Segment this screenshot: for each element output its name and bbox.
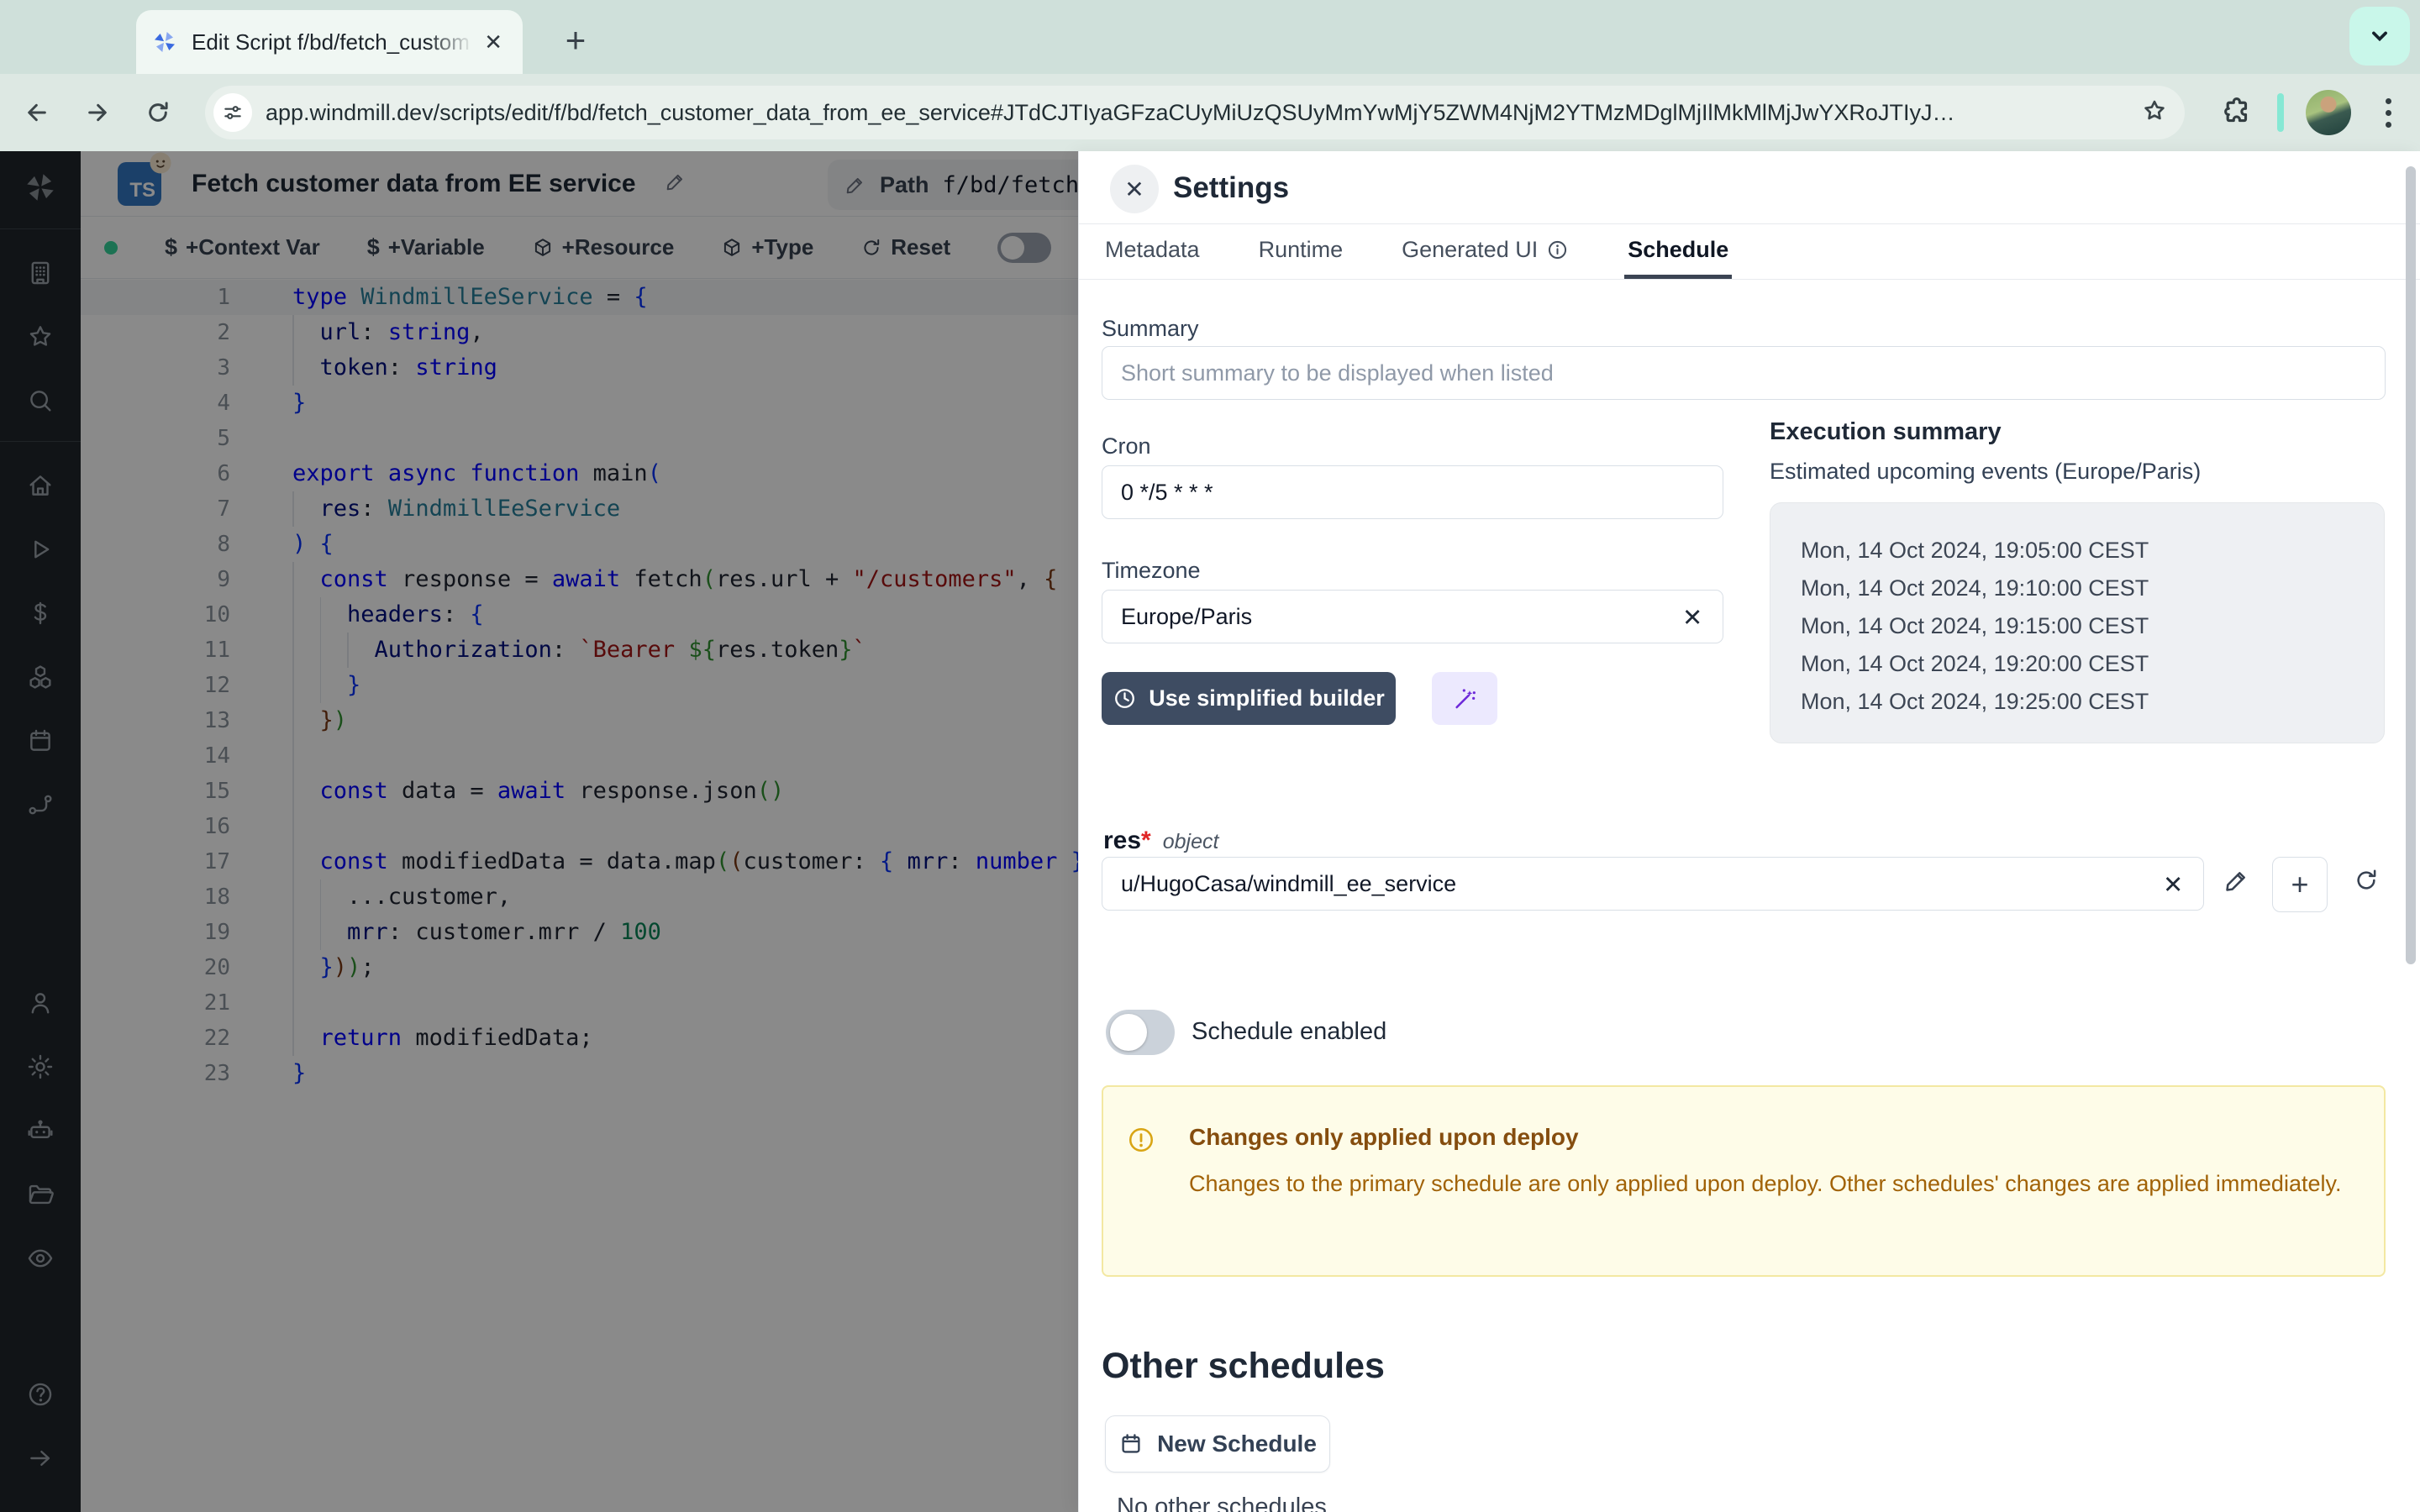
event-row: Mon, 14 Oct 2024, 19:05:00 CEST (1801, 532, 2384, 570)
tune-icon (222, 102, 244, 123)
res-type-text: object (1163, 830, 1219, 853)
res-name-text: res (1103, 827, 1141, 854)
forward-arrow-icon (84, 99, 111, 126)
panel-scrollbar[interactable] (2406, 166, 2416, 964)
back-button[interactable] (13, 89, 60, 136)
profile-separator (2277, 93, 2284, 132)
res-field-name: res* object (1103, 827, 1218, 855)
timezone-input[interactable] (1102, 590, 1723, 643)
schedule-enabled-label: Schedule enabled (1192, 1018, 1386, 1046)
settings-panel: ✕ Settings Metadata Runtime Generated UI Sc… (1078, 151, 2420, 1512)
settings-title: Settings (1173, 171, 1289, 205)
close-settings-button[interactable]: ✕ (1110, 165, 1159, 213)
edit-resource-button[interactable] (2223, 867, 2250, 898)
browser-actions (2222, 74, 2420, 151)
reload-icon (145, 99, 171, 126)
ai-cron-button[interactable] (1432, 672, 1497, 725)
event-row: Mon, 14 Oct 2024, 19:10:00 CEST (1801, 570, 2384, 607)
clock-icon (1113, 686, 1137, 711)
tab-generated-ui[interactable]: Generated UI (1398, 224, 1572, 279)
site-settings-button[interactable] (213, 93, 252, 132)
new-schedule-label: New Schedule (1157, 1431, 1317, 1457)
execution-events: Mon, 14 Oct 2024, 19:05:00 CESTMon, 14 O… (1770, 502, 2385, 743)
refresh-icon (2353, 867, 2380, 894)
cron-input[interactable] (1102, 465, 1723, 519)
profile-avatar[interactable] (2306, 90, 2351, 135)
event-row: Mon, 14 Oct 2024, 19:20:00 CEST (1801, 645, 2384, 683)
res-clear-icon[interactable]: ✕ (2163, 870, 2183, 900)
reload-button[interactable] (134, 89, 182, 136)
alert-circle-icon (1127, 1126, 1155, 1154)
tab-label: Metadata (1105, 237, 1200, 263)
warning-body: Changes to the primary schedule are only… (1189, 1166, 2365, 1201)
cron-label: Cron (1102, 433, 1151, 459)
extensions-icon[interactable] (2222, 96, 2252, 130)
forward-button[interactable] (74, 89, 121, 136)
tab-label: Runtime (1259, 237, 1344, 263)
windmill-favicon-icon (151, 29, 178, 55)
pencil-icon (2223, 867, 2250, 894)
new-schedule-button[interactable]: New Schedule (1105, 1415, 1330, 1473)
use-simplified-builder-label: Use simplified builder (1149, 685, 1385, 711)
deploy-warning-box: Changes only applied upon deploy Changes… (1102, 1085, 2386, 1277)
bookmark-star-icon[interactable] (2141, 97, 2168, 129)
res-resource-input[interactable] (1102, 857, 2204, 911)
chevron-down-icon (2365, 22, 2394, 50)
app-window: TS Fetch customer data from EE service P… (0, 151, 2420, 1512)
browser-tab[interactable]: Edit Script f/bd/fetch_custom ✕ (136, 10, 523, 74)
tab-schedule[interactable]: Schedule (1624, 224, 1732, 279)
no-other-schedules-text: No other schedules (1117, 1494, 1327, 1512)
tab-search-button[interactable] (2349, 7, 2410, 66)
warning-title: Changes only applied upon deploy (1189, 1124, 1579, 1151)
timezone-label: Timezone (1102, 558, 1201, 584)
add-resource-button-panel[interactable]: + (2272, 857, 2328, 912)
summary-label: Summary (1102, 316, 1199, 342)
settings-tabs: Metadata Runtime Generated UI Schedule (1079, 223, 2420, 280)
magic-wand-icon (1451, 685, 1478, 712)
new-tab-button[interactable]: + (550, 15, 601, 66)
refresh-resource-button[interactable] (2353, 867, 2380, 898)
browser-menu-icon[interactable] (2370, 90, 2407, 135)
tab-label: Schedule (1628, 237, 1728, 263)
modal-dim-overlay[interactable] (0, 151, 1078, 1512)
tab-runtime[interactable]: Runtime (1255, 224, 1347, 279)
tab-metadata[interactable]: Metadata (1102, 224, 1203, 279)
calendar-icon (1118, 1431, 1144, 1457)
execution-summary-subtitle: Estimated upcoming events (Europe/Paris) (1770, 459, 2201, 485)
use-simplified-builder-button[interactable]: Use simplified builder (1102, 672, 1396, 725)
info-icon (1546, 239, 1569, 261)
tab-label: Generated UI (1402, 237, 1538, 263)
url-bar[interactable]: app.windmill.dev/scripts/edit/f/bd/fetch… (205, 86, 2185, 139)
summary-input[interactable] (1102, 346, 2386, 400)
required-asterisk: * (1141, 827, 1151, 854)
browser-toolbar: app.windmill.dev/scripts/edit/f/bd/fetch… (0, 74, 2420, 151)
execution-summary-title: Execution summary (1770, 418, 2002, 446)
browser-tab-strip: Edit Script f/bd/fetch_custom ✕ + (0, 0, 2420, 74)
event-row: Mon, 14 Oct 2024, 19:25:00 CEST (1801, 683, 2384, 721)
timezone-clear-icon[interactable]: ✕ (1682, 603, 1702, 633)
back-arrow-icon (24, 99, 50, 126)
schedule-enabled-toggle[interactable] (1106, 1010, 1175, 1055)
tab-close-icon[interactable]: ✕ (479, 26, 508, 59)
tab-title: Edit Script f/bd/fetch_custom (192, 29, 479, 55)
url-text: app.windmill.dev/scripts/edit/f/bd/fetch… (266, 100, 2141, 126)
screen: Edit Script f/bd/fetch_custom ✕ + app.wi… (0, 0, 2420, 1512)
event-row: Mon, 14 Oct 2024, 19:15:00 CEST (1801, 607, 2384, 645)
other-schedules-heading: Other schedules (1102, 1346, 1385, 1387)
